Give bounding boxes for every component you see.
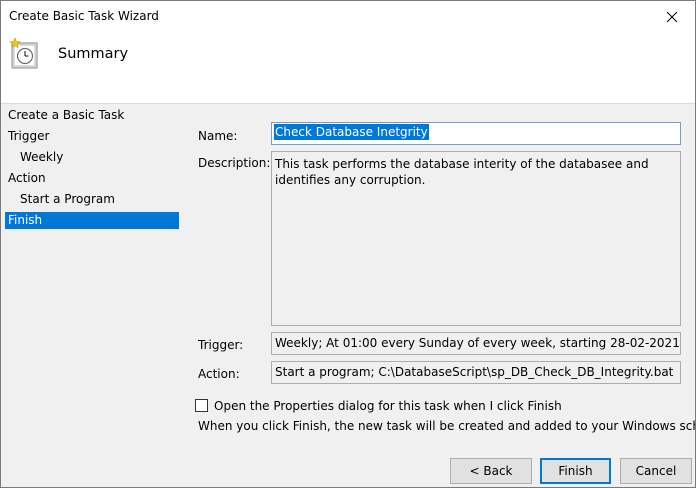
wizard-window: Create Basic Task Wizard Summary Create … <box>0 0 696 488</box>
finish-info-text: When you click Finish, the new task will… <box>198 419 696 433</box>
name-value: Check Database Inetgrity <box>274 124 429 140</box>
finish-button[interactable]: Finish <box>540 458 611 484</box>
nav-item-trigger[interactable]: Trigger <box>5 128 179 145</box>
action-label: Action: <box>198 367 240 381</box>
trigger-label: Trigger: <box>198 338 244 352</box>
close-button[interactable] <box>649 1 695 32</box>
name-label: Name: <box>198 129 238 143</box>
nav-item-finish[interactable]: Finish <box>5 212 179 229</box>
description-field[interactable]: This task performs the database interity… <box>271 151 681 326</box>
close-icon <box>666 11 678 22</box>
nav-item-action[interactable]: Action <box>5 170 179 187</box>
description-label: Description: <box>198 156 271 170</box>
wizard-steps-nav: Create a Basic Task Trigger Weekly Actio… <box>1 103 184 487</box>
nav-item-start-a-program[interactable]: Start a Program <box>5 191 179 208</box>
nav-item-weekly[interactable]: Weekly <box>5 149 179 166</box>
task-clock-icon <box>9 37 38 69</box>
cancel-button[interactable]: Cancel <box>620 458 692 484</box>
wizard-header: Summary <box>1 32 695 104</box>
title-bar: Create Basic Task Wizard <box>1 1 695 32</box>
open-properties-checkbox-label[interactable]: Open the Properties dialog for this task… <box>214 399 562 413</box>
nav-item-create-basic-task[interactable]: Create a Basic Task <box>5 107 179 124</box>
page-title: Summary <box>58 46 129 62</box>
name-field[interactable]: Check Database Inetgrity <box>271 122 681 145</box>
window-title: Create Basic Task Wizard <box>9 9 159 23</box>
trigger-field: Weekly; At 01:00 every Sunday of every w… <box>271 332 681 355</box>
back-button[interactable]: < Back <box>450 458 532 484</box>
action-field: Start a program; C:\DatabaseScript\sp_DB… <box>271 361 681 384</box>
open-properties-checkbox[interactable] <box>195 399 208 412</box>
